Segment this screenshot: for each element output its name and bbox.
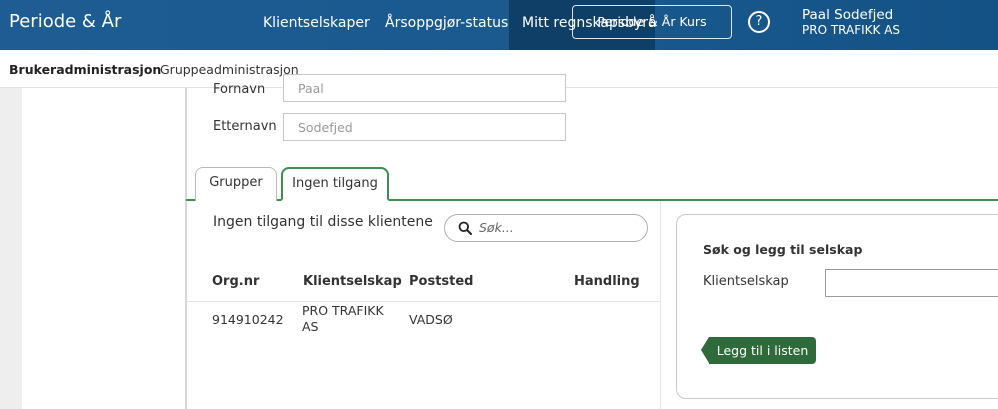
etternavn-label: Etternavn — [213, 119, 277, 134]
klientselskap-label: Klientselskap — [703, 274, 789, 289]
column-header-handling: Handling — [574, 274, 640, 289]
search-input[interactable] — [444, 214, 648, 242]
kurs-button[interactable]: Periode & År Kurs — [572, 5, 732, 39]
column-header-poststed[interactable]: Poststed — [409, 274, 474, 289]
search-icon — [458, 221, 472, 235]
table-cell-poststed: VADSØ — [409, 312, 453, 327]
column-header-klientselskap[interactable]: Klientselskap — [303, 274, 402, 289]
table-cell-orgnr: 914910242 — [212, 312, 284, 327]
nav-item-arsoppgjor-status[interactable]: Årsoppgjør-status — [385, 15, 508, 31]
table-header-divider — [186, 301, 660, 302]
top-bar: Periode & År Klientselskaper Årsoppgjør-… — [0, 0, 998, 50]
column-header-orgnr[interactable]: Org.nr — [212, 274, 259, 289]
section-title: Ingen tilgang til disse klientene — [213, 214, 433, 230]
search-placeholder: Søk... — [479, 220, 514, 235]
table-cell-klientselskap: PRO TRAFIKK AS — [302, 303, 384, 334]
user-company[interactable]: PRO TRAFIKK AS — [802, 23, 900, 37]
panel-title: Søk og legg til selskap — [703, 242, 863, 257]
help-icon[interactable]: ? — [748, 11, 770, 33]
user-name[interactable]: Paal Sodefjed — [802, 7, 893, 23]
brand-logo[interactable]: Periode & År — [9, 11, 121, 32]
etternavn-field[interactable]: Sodefjed — [283, 113, 566, 141]
column-divider — [660, 201, 661, 409]
tab-grupper[interactable]: Grupper — [195, 167, 277, 201]
klientselskap-input[interactable] — [825, 269, 998, 297]
subnav-overlay — [0, 50, 998, 88]
nav-item-klientselskaper[interactable]: Klientselskaper — [263, 15, 370, 31]
content-border — [185, 88, 187, 409]
left-gutter — [0, 88, 22, 409]
tab-ingen-tilgang[interactable]: Ingen tilgang — [281, 167, 389, 201]
add-to-list-button[interactable]: Legg til i listen — [701, 337, 816, 364]
